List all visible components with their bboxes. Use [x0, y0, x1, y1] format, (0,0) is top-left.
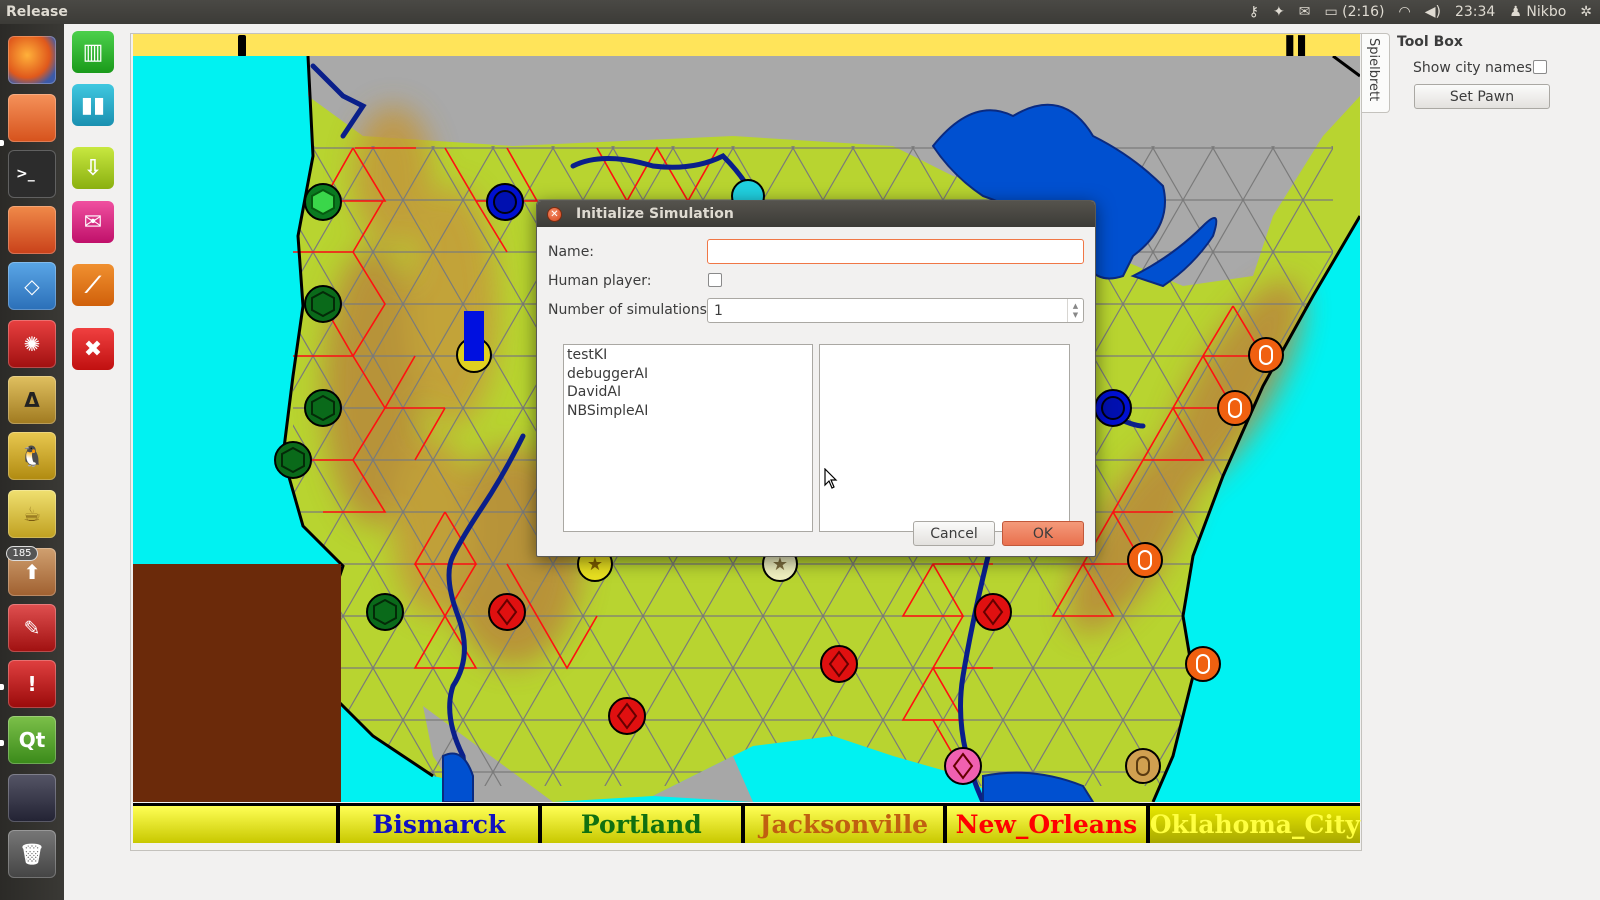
svg-text:★: ★: [587, 554, 603, 575]
name-label: Name:: [548, 244, 595, 260]
city-name: Oklahoma_City: [1149, 810, 1360, 839]
draw-icon[interactable]: ⟋: [72, 264, 114, 306]
svg-text:★: ★: [772, 554, 788, 575]
spielbrett-tab-label: Spielbrett: [1366, 38, 1381, 102]
trash-icon[interactable]: 🗑: [8, 830, 56, 878]
close-icon[interactable]: ✖: [72, 328, 114, 370]
city-cell-jacksonville: Jacksonville: [744, 806, 944, 843]
grid-icon[interactable]: ▥: [72, 31, 114, 73]
status-strip: [64, 852, 1600, 900]
human-player-label: Human player:: [548, 273, 652, 289]
screenshot-icon[interactable]: [8, 774, 56, 822]
battery-time: (2:16): [1342, 4, 1385, 20]
city-name: Jacksonville: [759, 810, 929, 839]
list-item[interactable]: NBSimpleAI: [567, 403, 809, 422]
show-city-names-checkbox[interactable]: [1533, 60, 1547, 74]
city-cell-bismarck: Bismarck: [339, 806, 539, 843]
city-name: Portland: [580, 810, 702, 839]
files-icon[interactable]: [8, 94, 56, 142]
list-item[interactable]: testKI: [567, 347, 809, 366]
teapot-icon[interactable]: ☕: [8, 490, 56, 538]
num-simulations-value: 1: [714, 302, 723, 319]
text-editor-icon[interactable]: ✎: [8, 604, 56, 652]
spin-down-icon[interactable]: ▼: [1073, 311, 1078, 320]
mouse-cursor-icon: [824, 468, 838, 489]
timeline-bar[interactable]: ▌▌: [133, 34, 1360, 57]
bar-chart-icon[interactable]: ▮▮: [72, 84, 114, 126]
spin-arrows[interactable]: ▲ ▼: [1067, 299, 1083, 322]
name-input[interactable]: [707, 239, 1084, 264]
list-item[interactable]: debuggerAI: [567, 366, 809, 385]
error-report-icon[interactable]: !: [8, 660, 56, 708]
inkscape-icon[interactable]: Δ: [8, 376, 56, 424]
city-bar: Bismarck Portland Jacksonville New_Orlea…: [133, 803, 1360, 843]
volume-icon[interactable]: ◀): [1425, 4, 1441, 20]
timeline-marker[interactable]: [238, 35, 246, 57]
city-name: New_Orleans: [955, 810, 1138, 839]
city-cell-oklahoma-city: Oklahoma_City: [1149, 806, 1360, 843]
launcher: >_ ◇ ✺ Δ 🐧 ☕ 185 ⬆ ✎ ! Qt 🗑: [0, 24, 64, 900]
dialog-titlebar[interactable]: ✕ Initialize Simulation: [537, 201, 1095, 227]
dialog-title: Initialize Simulation: [576, 206, 734, 222]
gear-icon[interactable]: ✲: [1580, 4, 1592, 20]
wifi-icon[interactable]: ◠: [1399, 4, 1411, 20]
network-icon[interactable]: ✺: [8, 320, 56, 368]
toolbox-title: Tool Box: [1397, 34, 1463, 50]
human-player-checkbox[interactable]: [708, 273, 722, 287]
system-tray: ⚷ ✦ ✉ ▭ (2:16) ◠ ◀) 23:34 ♟ Nikbo ✲: [1249, 4, 1600, 20]
user-name: Nikbo: [1526, 4, 1567, 20]
selected-ai-list[interactable]: [819, 344, 1070, 532]
city-cell-empty: [133, 806, 336, 843]
top-panel: Release ⚷ ✦ ✉ ▭ (2:16) ◠ ◀) 23:34 ♟ Nikb…: [0, 0, 1600, 24]
set-pawn-button[interactable]: Set Pawn: [1414, 84, 1550, 109]
show-city-names-label: Show city names:: [1413, 60, 1537, 76]
initialize-simulation-dialog: ✕ Initialize Simulation Name: Human play…: [536, 200, 1096, 557]
mail-icon[interactable]: ✉: [72, 201, 114, 243]
app-toolbar: ▥ ▮▮ ⇩ ✉ ⟋ ✖: [64, 24, 120, 900]
battery-indicator[interactable]: ▭ (2:16): [1324, 4, 1384, 20]
update-badge: 185: [6, 546, 38, 561]
pause-icon[interactable]: ▌▌: [1286, 36, 1312, 57]
dropbox-icon[interactable]: ◇: [8, 262, 56, 310]
list-item[interactable]: DavidAI: [567, 384, 809, 403]
city-cell-portland: Portland: [542, 806, 741, 843]
keyboard-icon[interactable]: ⚷: [1249, 4, 1259, 20]
city-cell-new-orleans: New_Orleans: [947, 806, 1146, 843]
num-simulations-label: Number of simulations:: [548, 302, 712, 318]
city-name: Bismarck: [372, 810, 506, 839]
mail-tray-icon[interactable]: ✉: [1299, 4, 1311, 20]
terminal-icon[interactable]: >_: [8, 150, 56, 198]
tux-icon[interactable]: 🐧: [8, 432, 56, 480]
download-icon[interactable]: ⇩: [72, 147, 114, 189]
spin-up-icon[interactable]: ▲: [1073, 302, 1078, 311]
cancel-button[interactable]: Cancel: [913, 521, 995, 546]
ok-button[interactable]: OK: [1002, 521, 1084, 546]
clock[interactable]: 23:34: [1455, 4, 1495, 20]
software-center-icon[interactable]: [8, 206, 56, 254]
close-icon[interactable]: ✕: [547, 206, 562, 222]
app-title: Release: [6, 4, 68, 20]
dropbox-tray-icon[interactable]: ✦: [1273, 4, 1285, 20]
qt-creator-icon[interactable]: Qt: [8, 716, 56, 764]
firefox-icon[interactable]: [8, 36, 56, 84]
available-ai-list[interactable]: testKI debuggerAI DavidAI NBSimpleAI: [563, 344, 813, 532]
num-simulations-spinbox[interactable]: 1 ▲ ▼: [707, 298, 1084, 323]
user-menu[interactable]: ♟ Nikbo: [1509, 4, 1566, 20]
